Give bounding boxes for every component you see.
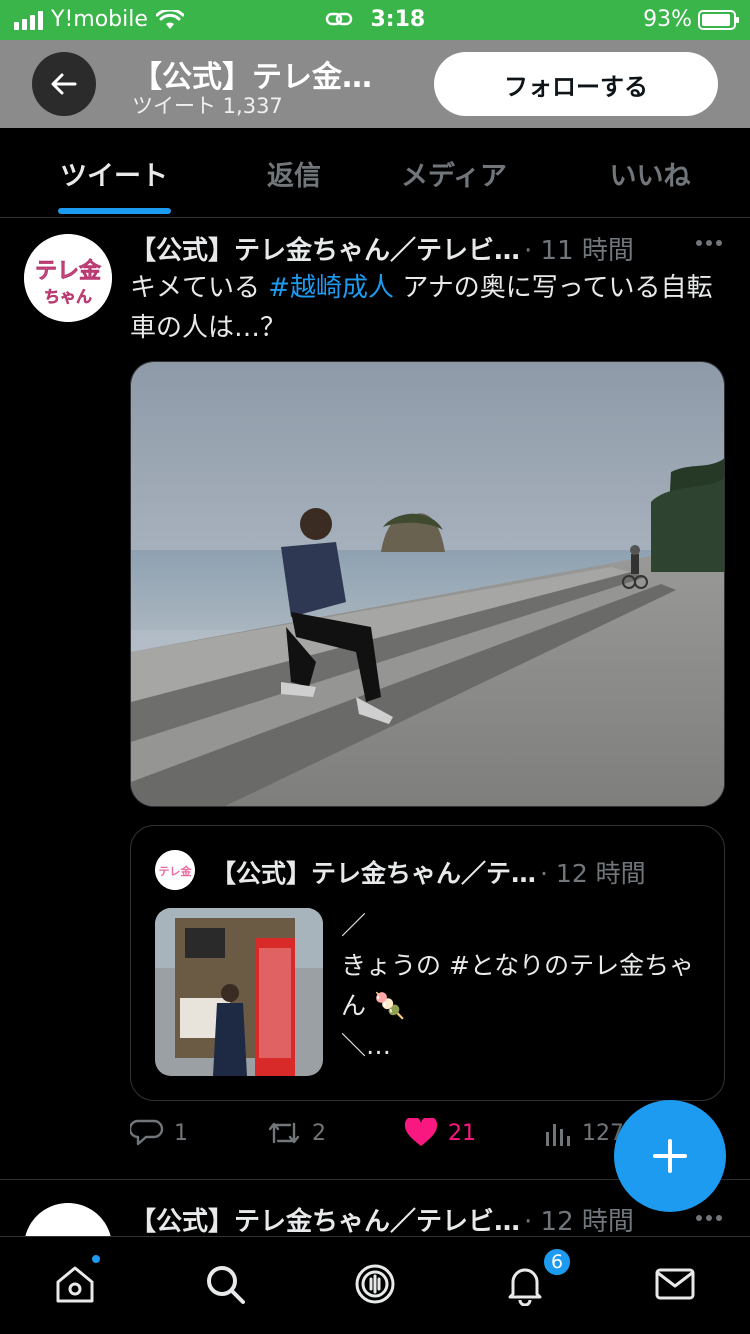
quoted-text: ／ きょうの #となりのテレ金ちゃん 🍡 ＼… [341,911,695,1060]
nav-home[interactable] [50,1253,102,1309]
battery-percent: 93% [643,7,692,32]
avatar[interactable]: テレ金 ちゃん [24,234,112,322]
profile-tabs: ツイート 返信 メディア いいね [0,128,750,218]
tab-replies[interactable]: 返信 [210,128,378,218]
heart-icon [404,1118,438,1146]
tab-media[interactable]: メディア [370,128,538,218]
tweet-time: · 12 時間 [524,1207,634,1237]
avatar-logo-bottom: ちゃん [44,287,92,306]
nav-messages[interactable] [650,1259,700,1309]
tweet-actions: 1 2 21 127 [130,1118,690,1158]
views-icon [546,1124,570,1146]
quoted-avatar-logo: テレ金 [159,864,193,878]
tab-tweets[interactable]: ツイート [30,128,198,218]
reply-button[interactable]: 1 [130,1118,188,1148]
nav-search[interactable] [200,1259,250,1309]
home-notification-dot [90,1253,102,1265]
tweet[interactable]: テレ金 ちゃん 【公式】テレ金ちゃん／テレビ… · 11 時間 キメている #越… [0,218,750,1180]
tab-likes[interactable]: いいね [566,128,734,218]
like-count: 21 [448,1120,476,1146]
bell-icon [508,1268,542,1306]
reply-count: 1 [174,1120,188,1146]
views-button[interactable]: 127 [544,1118,624,1148]
reply-icon [130,1119,164,1146]
tweet-author[interactable]: 【公式】テレ金ちゃん／テレビ… [130,230,520,267]
quoted-avatar[interactable]: テレ金 [155,850,195,890]
notifications-badge: 6 [542,1247,572,1277]
back-button[interactable] [32,52,96,116]
tweet-text: キメている #越崎成人 アナの奥に写っている自転車の人は…？ [130,268,730,348]
tweet-count: ツイート 1,337 [132,94,283,118]
more-options-icon[interactable] [696,240,722,246]
quoted-tweet[interactable]: テレ金 【公式】テレ金ちゃん／テ… · 12 時間 ／ きょうの #となりのテレ… [130,825,725,1101]
spaces-icon [355,1264,395,1304]
bottom-navigation: 6 [0,1236,750,1334]
tweet-time: · 11 時間 [524,236,634,266]
hashtag-link[interactable]: #越崎成人 [268,273,394,303]
compose-tweet-button[interactable] [614,1100,726,1212]
status-bar: Y!mobile 3:18 93% [0,0,750,40]
tweet-author[interactable]: 【公式】テレ金ちゃん／テレビ… [130,1201,520,1238]
arrow-left-icon [51,73,77,95]
home-icon [56,1266,94,1303]
tab-indicator [58,208,171,214]
retweet-icon [268,1122,300,1144]
avatar-logo-top: テレ金 [35,258,102,284]
battery-icon [698,9,739,30]
search-icon [207,1266,245,1304]
nav-spaces[interactable] [350,1259,400,1309]
plus-icon [653,1139,687,1173]
more-options-icon[interactable] [696,1215,722,1221]
retweet-button[interactable]: 2 [266,1118,326,1148]
quoted-author: 【公式】テレ金ちゃん／テ… [211,859,537,888]
retweet-count: 2 [312,1120,326,1146]
quoted-time: · 12 時間 [540,859,646,888]
link-icon [325,12,353,26]
profile-header: 【公式】テレ金… ツイート 1,337 フォローする [0,40,750,128]
like-button[interactable]: 21 [404,1118,476,1148]
clock: 3:18 [370,7,426,32]
follow-button[interactable]: フォローする [434,52,718,116]
nav-notifications[interactable]: 6 [500,1247,572,1309]
mail-icon [655,1268,695,1300]
quoted-thumbnail [155,908,323,1076]
tweet-text-part: キメている [130,273,269,303]
tweet-photo[interactable] [130,361,725,807]
